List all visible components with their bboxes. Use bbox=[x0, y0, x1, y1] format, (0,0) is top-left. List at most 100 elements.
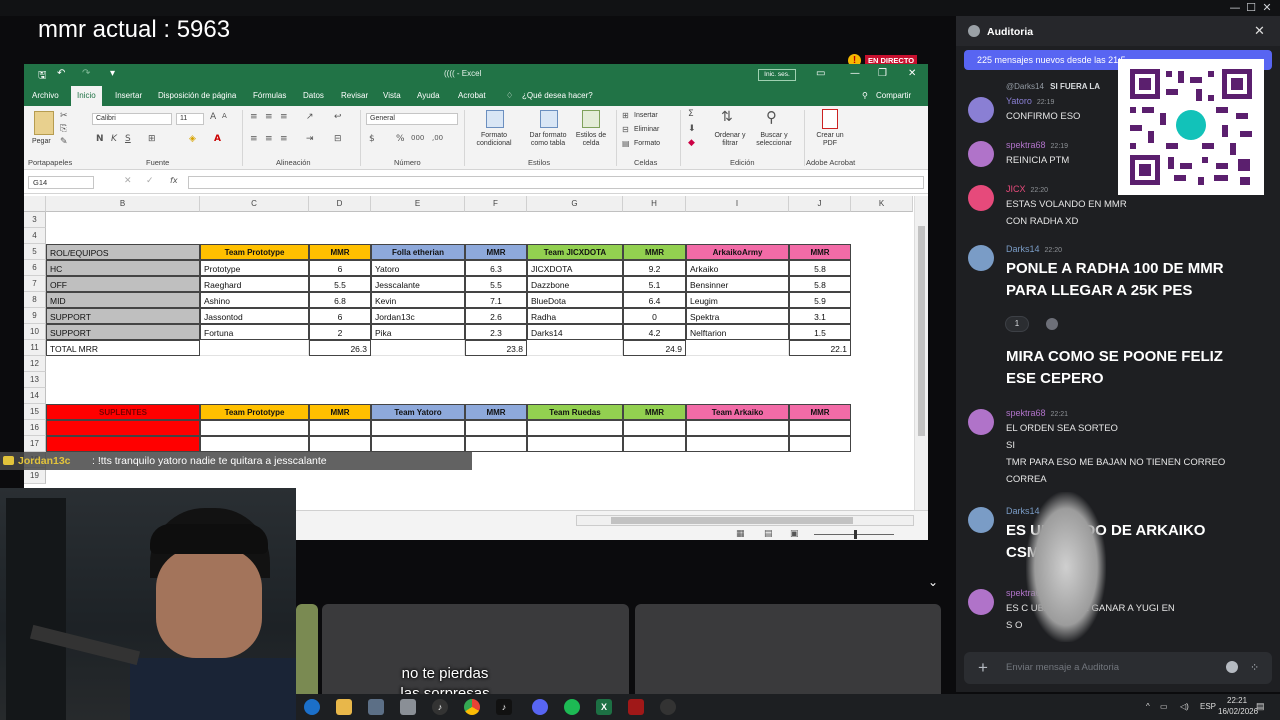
subs-cell[interactable] bbox=[371, 436, 465, 452]
dota-icon[interactable] bbox=[628, 699, 644, 715]
tray-chevron-icon[interactable]: ^ bbox=[1146, 702, 1150, 711]
total-value-cell[interactable]: 24.9 bbox=[623, 340, 686, 356]
volume-icon[interactable]: ◁) bbox=[1180, 702, 1189, 711]
column-header[interactable]: J bbox=[789, 196, 851, 212]
subs-header-cell[interactable]: Team Yatoro bbox=[371, 404, 465, 420]
row-header[interactable]: 16 bbox=[24, 420, 46, 436]
table-cell[interactable]: SUPPORT bbox=[46, 308, 200, 324]
clock-date[interactable]: 16/02/2026 bbox=[1218, 707, 1258, 716]
chrome-icon[interactable] bbox=[464, 699, 480, 715]
subs-cell[interactable] bbox=[789, 420, 851, 436]
table-cell[interactable]: 5.8 bbox=[789, 276, 851, 292]
bold-icon[interactable]: N bbox=[96, 134, 104, 144]
table-cell[interactable]: Arkaiko bbox=[686, 260, 789, 276]
notifications-icon[interactable]: ▤ bbox=[1256, 701, 1265, 712]
close-icon[interactable]: ✕ bbox=[1260, 1, 1274, 15]
subs-cell[interactable] bbox=[200, 436, 309, 452]
table-header-cell[interactable]: ROL/EQUIPOS bbox=[46, 244, 200, 260]
table-cell[interactable]: Pika bbox=[371, 324, 465, 340]
horizontal-scroll-thumb[interactable] bbox=[611, 517, 853, 524]
row-header[interactable]: 12 bbox=[24, 356, 46, 372]
table-header-cell[interactable]: Team Prototype bbox=[200, 244, 309, 260]
chat-username[interactable]: JICX 22:20 bbox=[1006, 184, 1048, 194]
spotify-icon[interactable] bbox=[564, 699, 580, 715]
avatar[interactable] bbox=[968, 589, 994, 615]
table-cell[interactable]: Darks14 bbox=[527, 324, 623, 340]
avatar[interactable] bbox=[968, 185, 994, 211]
excel-close-icon[interactable]: ✕ bbox=[908, 68, 916, 79]
subs-cell[interactable] bbox=[527, 436, 623, 452]
format-cells-button[interactable]: Formato bbox=[634, 140, 660, 148]
avatar[interactable] bbox=[968, 409, 994, 435]
table-cell[interactable]: SUPPORT bbox=[46, 324, 200, 340]
table-cell[interactable]: Fortuna bbox=[200, 324, 309, 340]
table-cell[interactable]: Raeghard bbox=[200, 276, 309, 292]
language-indicator[interactable]: ESP bbox=[1200, 702, 1216, 711]
table-cell[interactable]: 5.9 bbox=[789, 292, 851, 308]
subs-cell[interactable] bbox=[686, 420, 789, 436]
indent-icon[interactable]: ⇥ bbox=[306, 134, 314, 144]
table-cell[interactable] bbox=[527, 340, 623, 356]
chat-username[interactable]: spektra68 22:21 bbox=[1006, 408, 1068, 418]
table-cell[interactable]: Bensinner bbox=[686, 276, 789, 292]
align-bottom-icon[interactable]: ≡ bbox=[280, 112, 288, 122]
save-icon[interactable]: 🖫 bbox=[38, 68, 47, 85]
chat-username[interactable]: spektra68 22:19 bbox=[1006, 140, 1068, 150]
clear-icon[interactable]: ◆ bbox=[688, 138, 695, 148]
table-cell[interactable]: 5.8 bbox=[789, 260, 851, 276]
table-header-cell[interactable]: MMR bbox=[465, 244, 527, 260]
avatar[interactable] bbox=[968, 97, 994, 123]
app-icon[interactable] bbox=[368, 699, 384, 715]
tab-ayuda[interactable]: Ayuda bbox=[417, 91, 440, 100]
network-icon[interactable]: ▭ bbox=[1160, 702, 1168, 711]
subs-header-cell[interactable]: MMR bbox=[789, 404, 851, 420]
excel-icon[interactable]: X bbox=[596, 699, 612, 715]
chat-input[interactable]: + Enviar mensaje a Auditoria ⁘ bbox=[964, 652, 1272, 684]
select-all-corner[interactable] bbox=[24, 196, 46, 212]
column-header[interactable]: G bbox=[527, 196, 623, 212]
avatar[interactable] bbox=[968, 507, 994, 533]
font-color-icon[interactable]: A bbox=[214, 134, 221, 144]
add-reaction-icon[interactable] bbox=[1046, 318, 1058, 330]
subs-header-cell[interactable]: Team Ruedas bbox=[527, 404, 623, 420]
table-header-cell[interactable]: MMR bbox=[623, 244, 686, 260]
normal-view-icon[interactable]: ▦ bbox=[736, 529, 745, 539]
insert-cells-icon[interactable]: ⊞ bbox=[622, 111, 629, 120]
table-cell[interactable]: HC bbox=[46, 260, 200, 276]
decimal-icon[interactable]: ,00 bbox=[432, 134, 443, 142]
table-header-cell[interactable]: Folla etherian bbox=[371, 244, 465, 260]
row-header[interactable]: 11 bbox=[24, 340, 46, 356]
table-cell[interactable] bbox=[371, 340, 465, 356]
subs-cell[interactable] bbox=[371, 420, 465, 436]
tab-datos[interactable]: Datos bbox=[303, 91, 324, 100]
paste-button[interactable]: Pegar bbox=[32, 138, 51, 146]
table-cell[interactable]: Jesscalante bbox=[371, 276, 465, 292]
conditional-format-icon[interactable] bbox=[486, 110, 504, 128]
excel-minimize-icon[interactable]: — bbox=[850, 68, 860, 79]
subs-cell[interactable] bbox=[686, 436, 789, 452]
maximize-icon[interactable]: ☐ bbox=[1244, 1, 1258, 15]
align-center-icon[interactable]: ≡ bbox=[265, 134, 273, 144]
table-cell[interactable]: Radha bbox=[527, 308, 623, 324]
align-right-icon[interactable]: ≡ bbox=[280, 134, 288, 144]
create-pdf-button[interactable]: Crear un PDF bbox=[810, 132, 850, 148]
table-cell[interactable]: OFF bbox=[46, 276, 200, 292]
font-size-select[interactable]: 11 bbox=[176, 113, 204, 125]
table-cell[interactable]: 6.3 bbox=[465, 260, 527, 276]
table-cell[interactable]: 6 bbox=[309, 308, 371, 324]
subs-header-cell[interactable]: Team Prototype bbox=[200, 404, 309, 420]
align-left-icon[interactable]: ≡ bbox=[250, 134, 258, 144]
currency-icon[interactable]: $ bbox=[369, 134, 375, 144]
total-value-cell[interactable]: 23.8 bbox=[465, 340, 527, 356]
table-header-cell[interactable]: ArkaikoArmy bbox=[686, 244, 789, 260]
column-header[interactable]: D bbox=[309, 196, 371, 212]
conditional-format-button[interactable]: Formato condicional bbox=[468, 132, 520, 148]
column-header[interactable]: H bbox=[623, 196, 686, 212]
table-header-cell[interactable]: MMR bbox=[789, 244, 851, 260]
row-header[interactable]: 4 bbox=[24, 228, 46, 244]
table-cell[interactable]: 9.2 bbox=[623, 260, 686, 276]
tab-revisar[interactable]: Revisar bbox=[341, 91, 368, 100]
table-cell[interactable]: MID bbox=[46, 292, 200, 308]
customize-icon[interactable]: ▾ bbox=[110, 68, 115, 79]
table-cell[interactable]: 5.5 bbox=[309, 276, 371, 292]
